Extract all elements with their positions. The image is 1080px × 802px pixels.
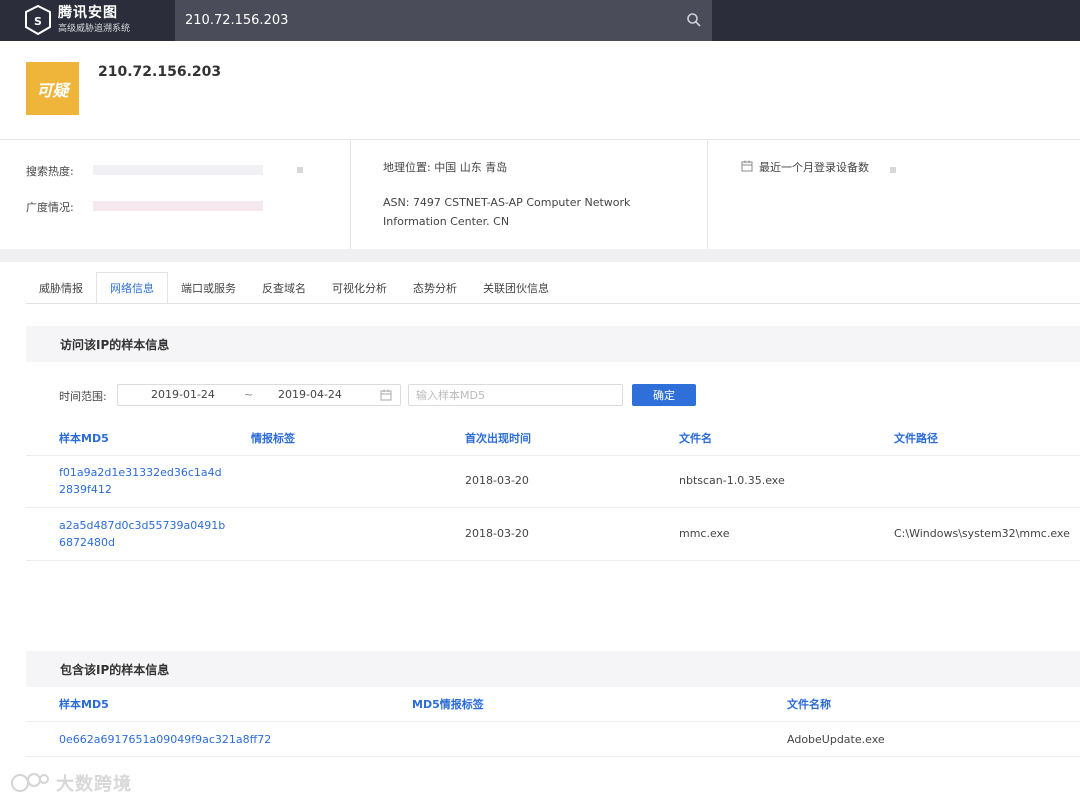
table-divider	[26, 507, 1080, 508]
md5-part-1[interactable]: f01a9a2d1e31332ed36c1a4d	[59, 464, 222, 481]
md5-part-1[interactable]: a2a5d487d0c3d55739a0491b	[59, 517, 225, 534]
tab-visual-analysis[interactable]: 可视化分析	[319, 272, 400, 304]
brand-name: 腾讯安图	[58, 5, 118, 21]
date-separator: ~	[244, 388, 254, 401]
info-devices: 最近一个月登录设备数	[708, 140, 1080, 250]
col-first-seen: 首次出现时间	[465, 432, 531, 445]
confirm-button[interactable]: 确定	[632, 384, 696, 406]
login-devices-marker	[890, 167, 896, 173]
col-file-name: 文件名称	[787, 698, 831, 711]
col-intel-tag: 情报标签	[251, 432, 295, 445]
time-range-label: 时间范围:	[59, 390, 107, 403]
search-heat-bar	[93, 165, 263, 175]
tab-trend-analysis[interactable]: 态势分析	[400, 272, 470, 304]
breadth-bar	[93, 201, 263, 211]
calendar-icon	[741, 160, 753, 172]
col-sample-md5: 样本MD5	[59, 432, 109, 445]
table-row-md5[interactable]: a2a5d487d0c3d55739a0491b 6872480d	[59, 517, 225, 551]
section-containing-samples: 包含该IP的样本信息	[26, 651, 1080, 687]
table-row-filename: mmc.exe	[679, 527, 730, 540]
col-file-path: 文件路径	[894, 432, 938, 445]
geo-location: 地理位置: 中国 山东 青岛	[383, 161, 508, 174]
table-row-first-seen: 2018-03-20	[465, 527, 529, 540]
table-divider	[26, 756, 1080, 757]
info-popularity: 搜索热度: 广度情况:	[0, 140, 351, 250]
date-end[interactable]: 2019-04-24	[278, 388, 342, 401]
tab-bar: 威胁情报 网络信息 端口或服务 反查域名 可视化分析 态势分析 关联团伙信息	[26, 272, 562, 304]
table-divider	[26, 455, 1080, 456]
search-box	[175, 0, 712, 41]
breadth-label: 广度情况:	[26, 201, 74, 214]
logo-icon: S	[25, 5, 51, 35]
search-icon[interactable]	[686, 12, 702, 28]
table-divider	[26, 721, 1080, 722]
col-sample-md5: 样本MD5	[59, 698, 109, 711]
tab-network-info[interactable]: 网络信息	[96, 272, 168, 304]
col-md5-intel-tag: MD5情报标签	[412, 698, 484, 711]
tab-related-groups[interactable]: 关联团伙信息	[470, 272, 562, 304]
login-devices-label: 最近一个月登录设备数	[759, 161, 869, 174]
calendar-icon[interactable]	[380, 389, 392, 401]
col-filename: 文件名	[679, 432, 712, 445]
md5-part-2[interactable]: 6872480d	[59, 534, 225, 551]
table-row-path: C:\Windows\system32\mmc.exe	[894, 527, 1070, 540]
md5-part-2[interactable]: 2839f412	[59, 481, 222, 498]
section-title: 访问该IP的样本信息	[60, 338, 170, 352]
brand-subtitle: 高级威胁追溯系统	[58, 24, 131, 34]
search-heat-label: 搜索热度:	[26, 165, 74, 178]
md5-search-input[interactable]	[408, 384, 623, 406]
top-bar: S 腾讯安图 高级威胁追溯系统	[0, 0, 1080, 41]
search-heat-marker	[297, 167, 303, 173]
divider	[0, 249, 1080, 262]
table-row-first-seen: 2018-03-20	[465, 474, 529, 487]
table-row-md5[interactable]: f01a9a2d1e31332ed36c1a4d 2839f412	[59, 464, 222, 498]
table-row-filename: AdobeUpdate.exe	[787, 733, 885, 746]
tab-threat-intel[interactable]: 威胁情报	[26, 272, 96, 304]
verdict-badge: 可疑	[26, 62, 79, 115]
asn-line-1: ASN: 7497 CSTNET-AS-AP Computer Network	[383, 196, 631, 209]
date-start[interactable]: 2019-01-24	[151, 388, 215, 401]
info-location: 地理位置: 中国 山东 青岛 ASN: 7497 CSTNET-AS-AP Co…	[351, 140, 708, 250]
info-band: 搜索热度: 广度情况: 地理位置: 中国 山东 青岛 ASN: 7497 CST…	[0, 139, 1080, 250]
search-input[interactable]	[185, 0, 665, 41]
tab-ports-services[interactable]: 端口或服务	[168, 272, 249, 304]
table-row-md5[interactable]: 0e662a6917651a09049f9ac321a8ff72	[59, 731, 271, 748]
table-divider	[26, 560, 1080, 561]
page-title: 210.72.156.203	[98, 64, 222, 80]
section-accessing-samples: 访问该IP的样本信息	[26, 326, 1080, 362]
section-title: 包含该IP的样本信息	[60, 663, 170, 677]
watermark-logo-icon	[11, 773, 49, 792]
table-row-filename: nbtscan-1.0.35.exe	[679, 474, 785, 487]
watermark-text: 大数跨境	[56, 774, 132, 795]
date-range-picker[interactable]: 2019-01-24 ~ 2019-04-24	[117, 384, 401, 406]
asn-line-2: Information Center. CN	[383, 215, 510, 228]
tab-reverse-domain[interactable]: 反查域名	[249, 272, 319, 304]
brand: 腾讯安图 高级威胁追溯系统	[58, 5, 130, 35]
svg-text:S: S	[34, 15, 42, 28]
tab-underline	[26, 303, 1080, 304]
watermark: 大数跨境	[10, 770, 132, 796]
